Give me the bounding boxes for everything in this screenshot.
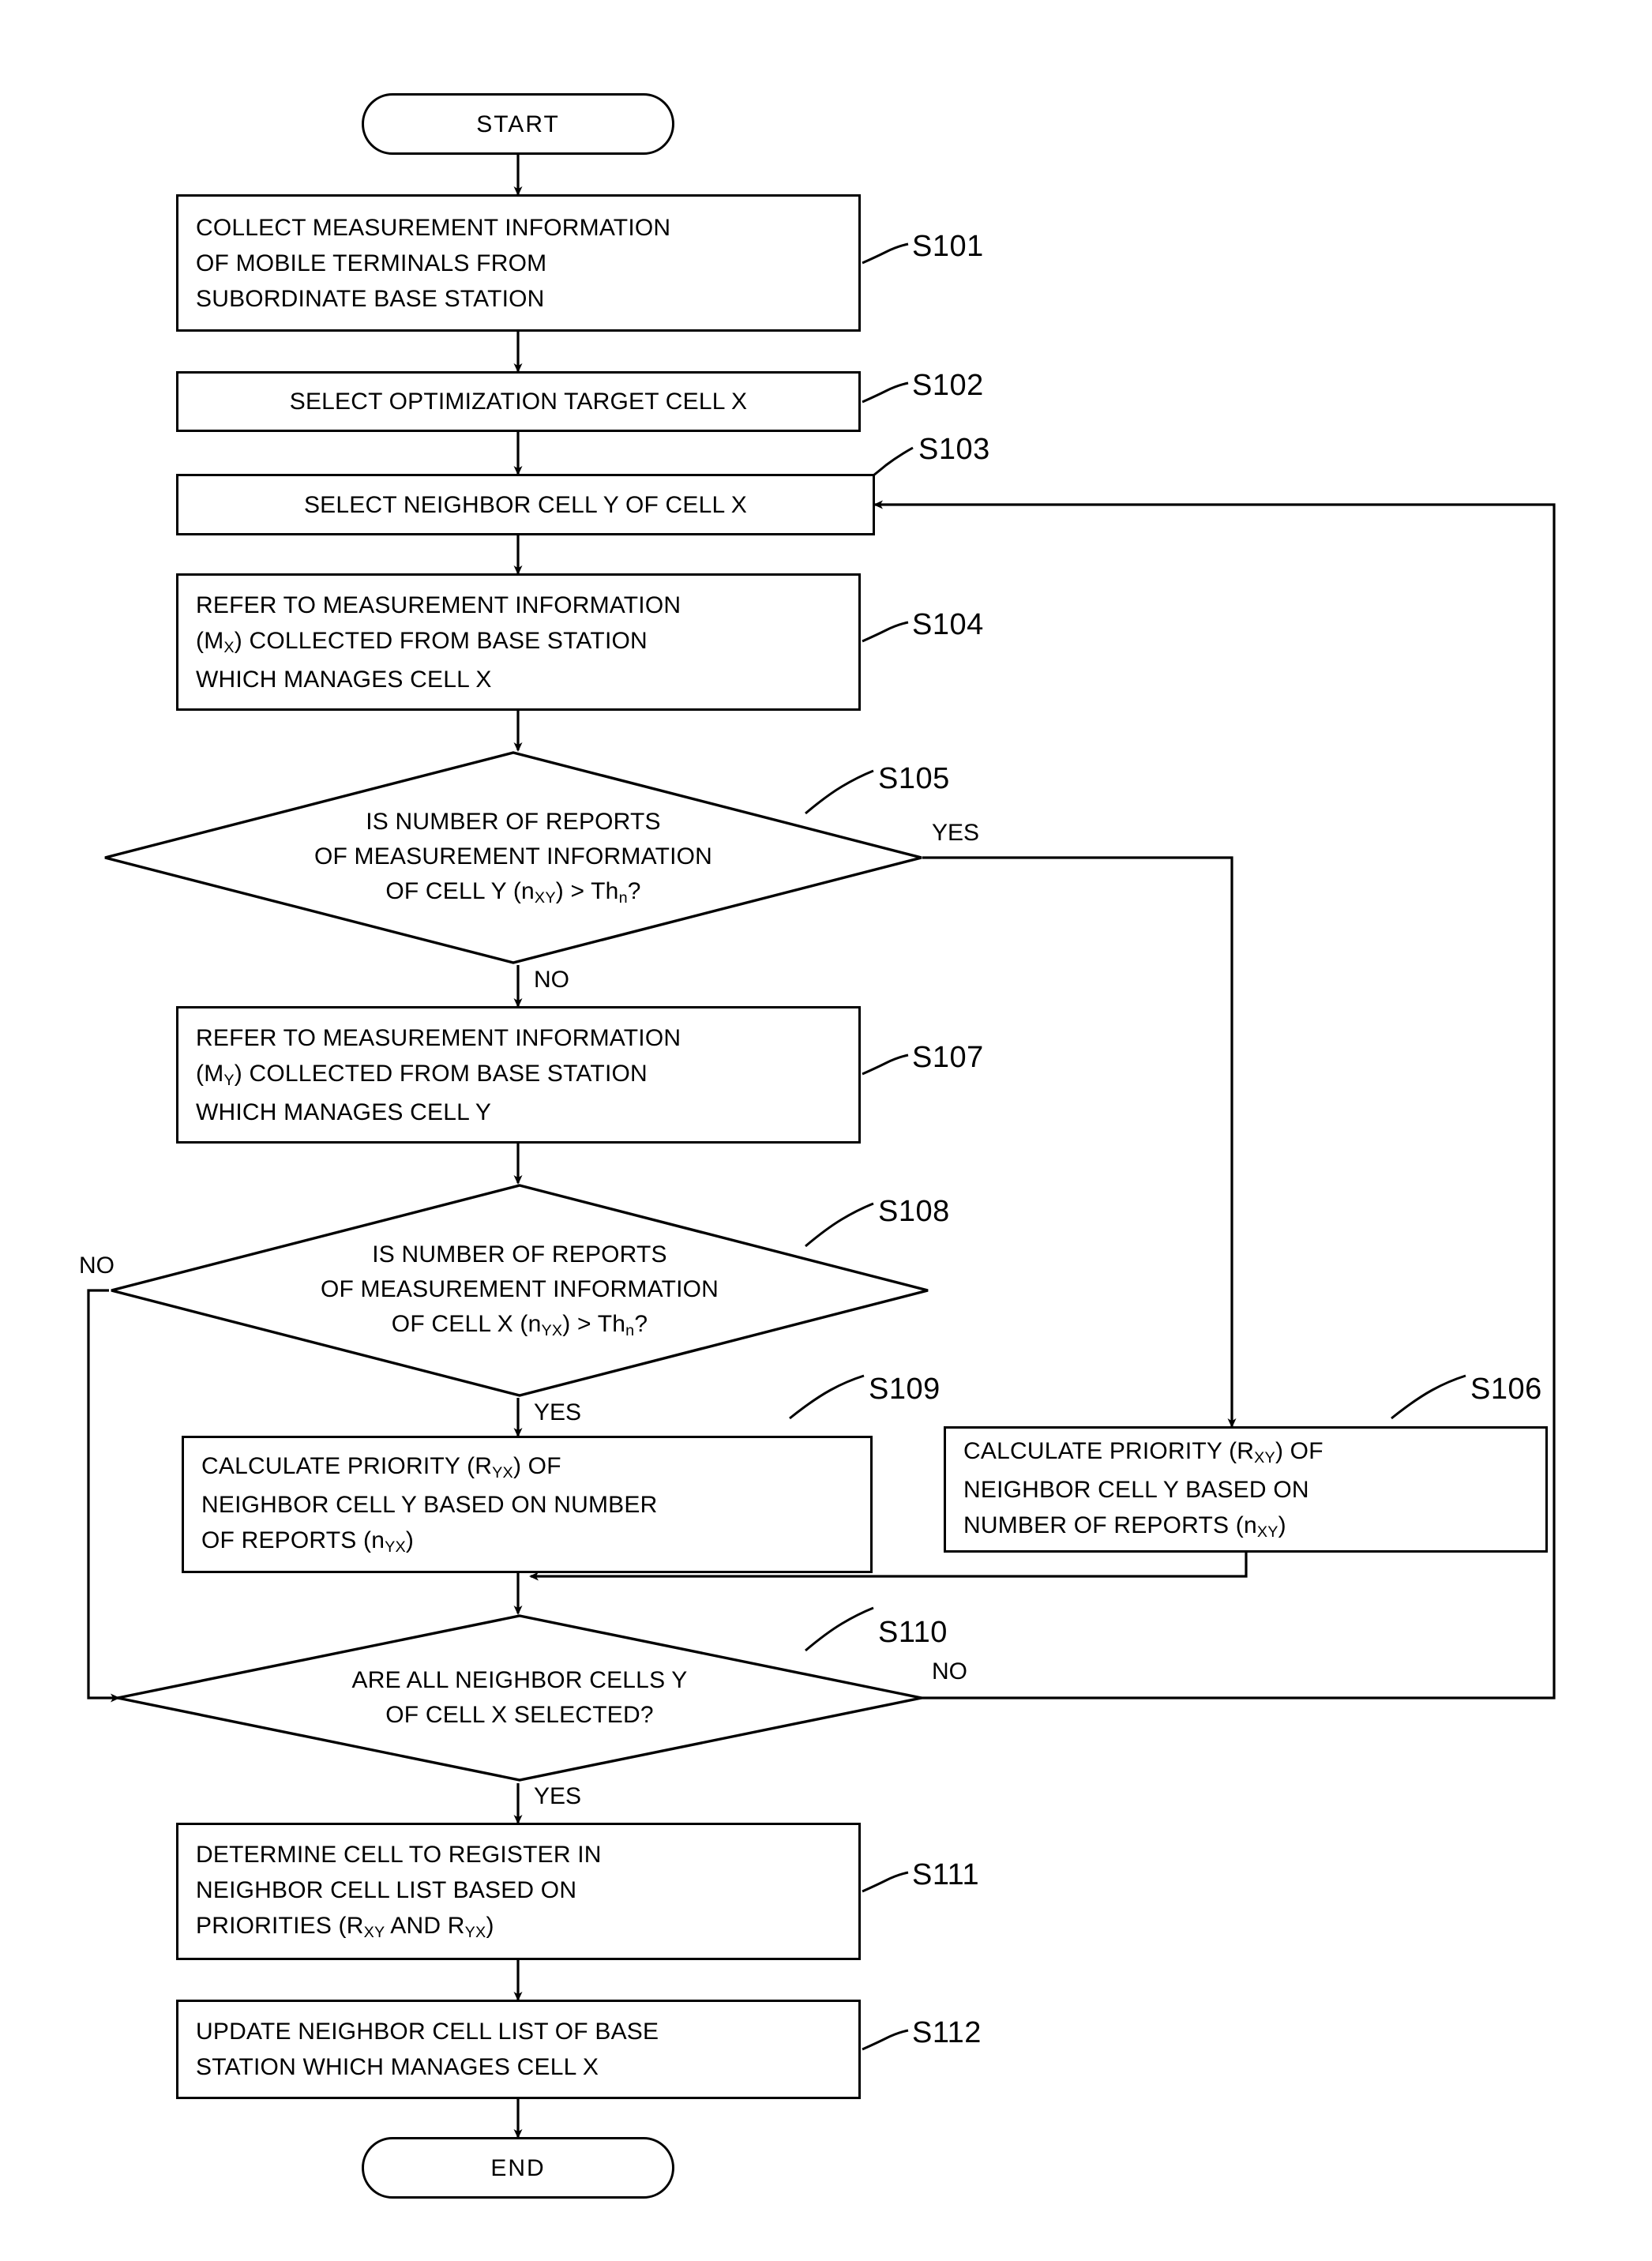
step-label-s105: S105 bbox=[878, 762, 950, 795]
process-s106-line-3: NUMBER OF REPORTS (nXY) bbox=[963, 1512, 1286, 1542]
process-s104-line-1: REFER TO MEASUREMENT INFORMATION bbox=[196, 592, 681, 618]
process-s111-text: DETERMINE CELL TO REGISTER IN NEIGHBOR C… bbox=[178, 1837, 858, 1947]
decision-s108: IS NUMBER OF REPORTS OF MEASUREMENT INFO… bbox=[109, 1183, 930, 1398]
step-label-s101: S101 bbox=[912, 230, 984, 263]
step-label-s112: S112 bbox=[912, 2016, 982, 2049]
decision-s110-line-2: OF CELL X SELECTED? bbox=[385, 1702, 654, 1728]
process-s106-text: CALCULATE PRIORITY (RXY) OF NEIGHBOR CEL… bbox=[946, 1433, 1545, 1546]
decision-s110: ARE ALL NEIGHBOR CELLS Y OF CELL X SELEC… bbox=[115, 1613, 924, 1782]
process-s104: REFER TO MEASUREMENT INFORMATION (MX) CO… bbox=[176, 573, 861, 711]
process-s112-text: UPDATE NEIGHBOR CELL LIST OF BASE STATIO… bbox=[178, 2014, 858, 2085]
process-s103-line-1: SELECT NEIGHBOR CELL Y OF CELL X bbox=[303, 491, 748, 518]
process-s102-line-1: SELECT OPTIMIZATION TARGET CELL X bbox=[289, 389, 748, 415]
step-label-s102: S102 bbox=[912, 369, 984, 402]
process-s112: UPDATE NEIGHBOR CELL LIST OF BASE STATIO… bbox=[176, 2000, 861, 2099]
process-s109-line-3: OF REPORTS (nYX) bbox=[201, 1527, 415, 1557]
step-label-s110: S110 bbox=[878, 1616, 948, 1649]
process-s109-line-1: CALCULATE PRIORITY (RYX) OF bbox=[201, 1452, 561, 1482]
process-s103-text: SELECT NEIGHBOR CELL Y OF CELL X bbox=[178, 487, 873, 523]
terminal-start: START bbox=[362, 93, 674, 155]
process-s109: CALCULATE PRIORITY (RYX) OF NEIGHBOR CEL… bbox=[182, 1436, 873, 1573]
process-s107-line-3: WHICH MANAGES CELL Y bbox=[196, 1099, 492, 1125]
step-label-s103: S103 bbox=[918, 433, 990, 466]
process-s111-line-2: NEIGHBOR CELL LIST BASED ON bbox=[196, 1876, 577, 1903]
terminal-start-label: START bbox=[476, 111, 560, 137]
step-label-s104: S104 bbox=[912, 608, 984, 641]
decision-s108-line-2: OF MEASUREMENT INFORMATION bbox=[320, 1275, 719, 1302]
process-s111-line-1: DETERMINE CELL TO REGISTER IN bbox=[196, 1841, 602, 1868]
step-label-s107: S107 bbox=[912, 1041, 984, 1074]
decision-s105-line-3: OF CELL Y (nXY) > Thn? bbox=[385, 877, 641, 907]
step-label-s106: S106 bbox=[1470, 1373, 1542, 1406]
process-s109-line-2: NEIGHBOR CELL Y BASED ON NUMBER bbox=[201, 1491, 658, 1518]
step-label-s111: S111 bbox=[912, 1858, 980, 1891]
process-s112-line-1: UPDATE NEIGHBOR CELL LIST OF BASE bbox=[196, 2019, 659, 2045]
edge-label-s110-no: NO bbox=[932, 1658, 967, 1684]
process-s109-text: CALCULATE PRIORITY (RYX) OF NEIGHBOR CEL… bbox=[184, 1448, 870, 1561]
process-s107-text: REFER TO MEASUREMENT INFORMATION (MY) CO… bbox=[178, 1020, 858, 1130]
decision-s105-text: IS NUMBER OF REPORTS OF MEASUREMENT INFO… bbox=[103, 750, 924, 965]
decision-s108-line-3: OF CELL X (nYX) > Thn? bbox=[391, 1310, 648, 1340]
decision-s110-line-1: ARE ALL NEIGHBOR CELLS Y bbox=[351, 1667, 688, 1693]
process-s104-text: REFER TO MEASUREMENT INFORMATION (MX) CO… bbox=[178, 588, 858, 697]
process-s111: DETERMINE CELL TO REGISTER IN NEIGHBOR C… bbox=[176, 1823, 861, 1960]
decision-s110-text: ARE ALL NEIGHBOR CELLS Y OF CELL X SELEC… bbox=[115, 1613, 924, 1782]
process-s111-line-3: PRIORITIES (RXY AND RYX) bbox=[196, 1912, 494, 1942]
decision-s108-line-1: IS NUMBER OF REPORTS bbox=[372, 1241, 667, 1268]
terminal-end-label: END bbox=[490, 2154, 546, 2181]
process-s106-line-2: NEIGHBOR CELL Y BASED ON bbox=[963, 1476, 1309, 1503]
process-s102: SELECT OPTIMIZATION TARGET CELL X bbox=[176, 371, 861, 432]
process-s106-line-1: CALCULATE PRIORITY (RXY) OF bbox=[963, 1437, 1323, 1467]
process-s101: COLLECT MEASUREMENT INFORMATION OF MOBIL… bbox=[176, 194, 861, 332]
process-s107-line-2: (MY) COLLECTED FROM BASE STATION bbox=[196, 1060, 648, 1090]
process-s101-line-3: SUBORDINATE BASE STATION bbox=[196, 285, 545, 312]
edge-label-s110-yes: YES bbox=[534, 1783, 582, 1809]
process-s112-line-2: STATION WHICH MANAGES CELL X bbox=[196, 2054, 599, 2080]
process-s103: SELECT NEIGHBOR CELL Y OF CELL X bbox=[176, 474, 875, 535]
decision-s108-text: IS NUMBER OF REPORTS OF MEASUREMENT INFO… bbox=[109, 1183, 930, 1398]
edge-label-s108-no: NO bbox=[79, 1253, 115, 1279]
decision-s105-line-1: IS NUMBER OF REPORTS bbox=[366, 808, 661, 835]
decision-s105: IS NUMBER OF REPORTS OF MEASUREMENT INFO… bbox=[103, 750, 924, 965]
process-s101-line-1: COLLECT MEASUREMENT INFORMATION bbox=[196, 214, 671, 241]
flowchart-canvas: START COLLECT MEASUREMENT INFORMATION OF… bbox=[0, 0, 1652, 2261]
process-s104-line-3: WHICH MANAGES CELL X bbox=[196, 666, 492, 693]
edge-label-s108-yes: YES bbox=[534, 1399, 582, 1425]
decision-s105-line-2: OF MEASUREMENT INFORMATION bbox=[314, 843, 713, 869]
process-s107-line-1: REFER TO MEASUREMENT INFORMATION bbox=[196, 1024, 681, 1051]
step-label-s108: S108 bbox=[878, 1195, 950, 1228]
step-label-s109: S109 bbox=[869, 1373, 941, 1406]
terminal-end: END bbox=[362, 2137, 674, 2199]
process-s107: REFER TO MEASUREMENT INFORMATION (MY) CO… bbox=[176, 1006, 861, 1144]
edge-label-s105-yes: YES bbox=[932, 820, 980, 846]
process-s101-line-2: OF MOBILE TERMINALS FROM bbox=[196, 250, 547, 276]
process-s106: CALCULATE PRIORITY (RXY) OF NEIGHBOR CEL… bbox=[944, 1426, 1548, 1553]
process-s101-text: COLLECT MEASUREMENT INFORMATION OF MOBIL… bbox=[178, 210, 858, 317]
process-s104-line-2: (MX) COLLECTED FROM BASE STATION bbox=[196, 627, 648, 657]
process-s102-text: SELECT OPTIMIZATION TARGET CELL X bbox=[178, 384, 858, 419]
edge-label-s105-no: NO bbox=[534, 967, 569, 993]
